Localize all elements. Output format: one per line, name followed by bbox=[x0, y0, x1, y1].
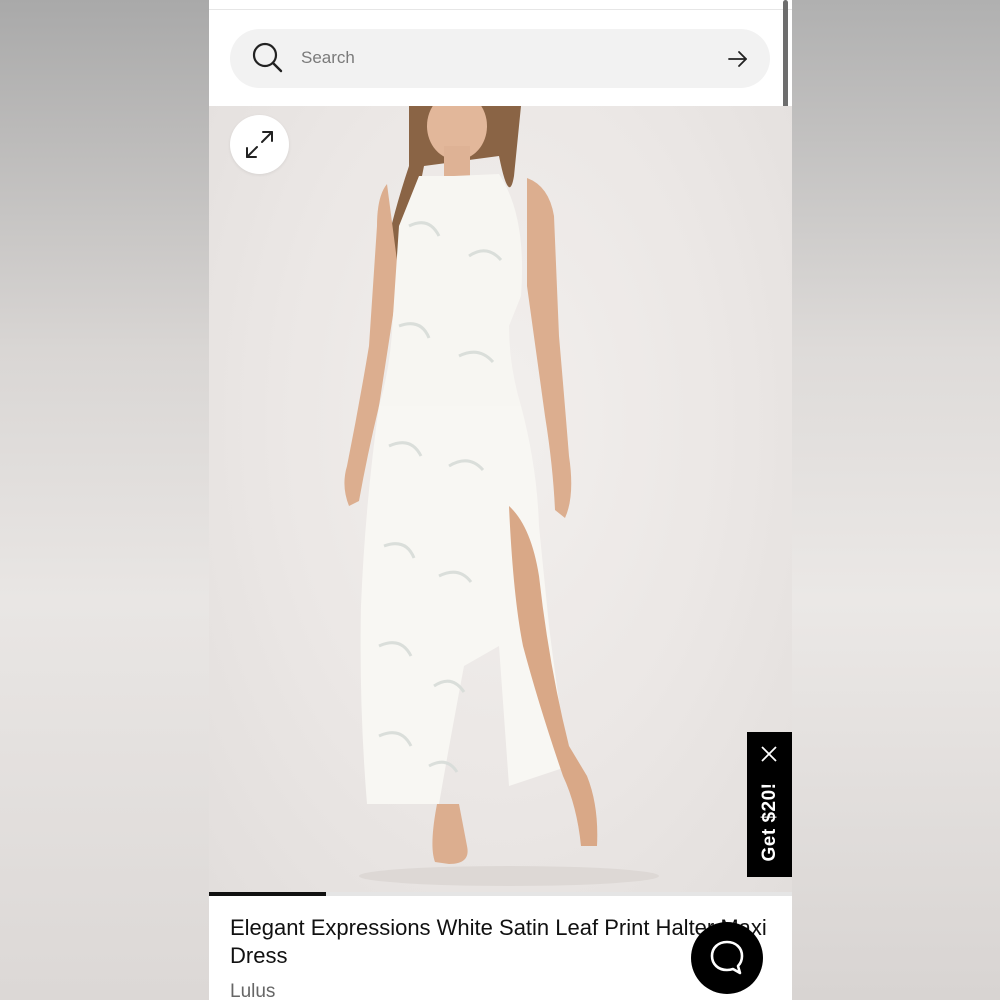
blurred-background-left bbox=[0, 0, 209, 1000]
expand-icon bbox=[246, 131, 273, 158]
product-image[interactable] bbox=[209, 106, 792, 894]
carousel-progress bbox=[209, 892, 326, 896]
header-divider bbox=[209, 9, 792, 10]
chat-button[interactable] bbox=[691, 922, 763, 994]
search-bar[interactable] bbox=[230, 29, 770, 88]
product-title: Elegant Expressions White Satin Leaf Pri… bbox=[230, 915, 767, 968]
product-page: Get $20! Elegant Expressions White Satin… bbox=[209, 0, 792, 1000]
promo-tab[interactable]: Get $20! bbox=[747, 732, 792, 877]
product-brand[interactable]: Lulus bbox=[230, 981, 275, 1000]
chat-bubble-icon bbox=[710, 940, 744, 975]
blurred-background-right bbox=[792, 0, 1000, 1000]
search-icon[interactable] bbox=[251, 42, 283, 74]
search-input[interactable] bbox=[301, 44, 701, 72]
promo-label[interactable]: Get $20! bbox=[759, 783, 781, 862]
close-icon[interactable] bbox=[759, 744, 779, 764]
image-carousel-indicator bbox=[209, 892, 792, 896]
expand-image-button[interactable] bbox=[230, 115, 289, 174]
arrow-right-icon[interactable] bbox=[727, 48, 749, 70]
model-photo bbox=[344, 106, 659, 886]
